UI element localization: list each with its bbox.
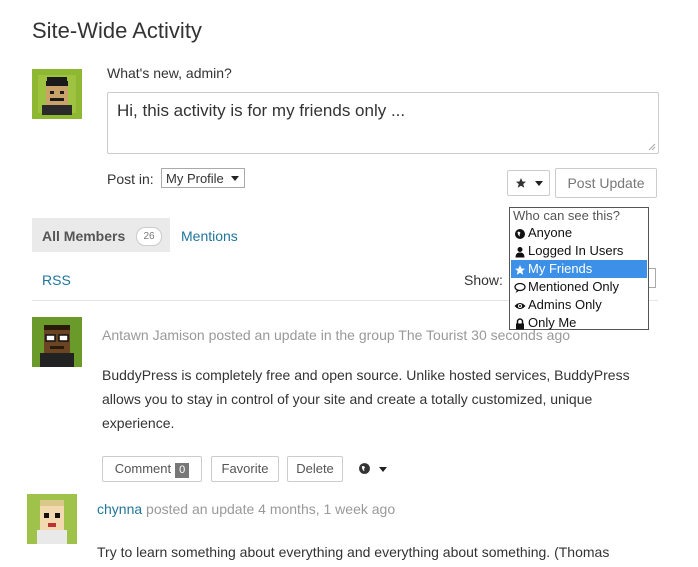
member-count-badge: 26 xyxy=(136,227,162,246)
avatar[interactable] xyxy=(32,69,82,119)
comment-count-badge: 0 xyxy=(175,463,190,478)
whats-new-textarea[interactable]: Hi, this activity is for my friends only… xyxy=(107,92,659,154)
privacy-option-mentioned[interactable]: Mentioned Only xyxy=(511,278,647,296)
author-link[interactable]: chynna xyxy=(97,501,142,517)
comment-label: Comment xyxy=(114,461,172,476)
avatar[interactable] xyxy=(27,494,77,544)
activity-content: BuddyPress is completely free and open s… xyxy=(102,367,630,431)
activity-header-text: posted an update 4 months, 1 week ago xyxy=(142,501,396,517)
show-filter-label: Show: xyxy=(464,272,503,288)
globe-icon xyxy=(359,463,370,474)
post-update-button[interactable]: Post Update xyxy=(555,168,657,198)
privacy-option-anyone[interactable]: Anyone xyxy=(511,224,647,242)
privacy-option-label: Mentioned Only xyxy=(528,279,620,294)
privacy-option-label: My Friends xyxy=(528,261,593,276)
tab-mentions[interactable]: Mentions xyxy=(181,228,238,244)
eye-icon xyxy=(514,302,526,309)
chevron-down-icon xyxy=(379,467,387,472)
rss-link[interactable]: RSS xyxy=(42,272,71,288)
activity-header: Antawn Jamison posted an update in the g… xyxy=(102,327,571,343)
page-title: Site-Wide Activity xyxy=(32,18,202,43)
activity-content: Try to learn something about everything … xyxy=(97,544,610,560)
whats-new-label: What's new, admin? xyxy=(107,65,232,81)
resize-grip-icon[interactable] xyxy=(648,143,656,151)
star-icon xyxy=(516,178,526,188)
avatar[interactable] xyxy=(32,317,82,367)
lock-icon xyxy=(516,317,524,330)
chevron-down-icon xyxy=(535,181,543,186)
comment-button[interactable]: Comment 0 xyxy=(102,456,202,482)
user-avatar-icon xyxy=(27,494,77,544)
activity-header: chynna posted an update 4 months, 1 week… xyxy=(97,501,395,517)
favorite-button[interactable]: Favorite xyxy=(211,456,279,482)
activity-privacy-toggle[interactable] xyxy=(358,460,392,478)
post-in-select[interactable]: My Profile xyxy=(161,168,245,188)
privacy-option-label: Admins Only xyxy=(528,297,602,312)
whats-new-text: Hi, this activity is for my friends only… xyxy=(117,101,406,120)
user-avatar-icon xyxy=(32,317,82,367)
privacy-option-only-me[interactable]: Only Me xyxy=(511,314,647,332)
privacy-option-label: Logged In Users xyxy=(528,243,624,258)
privacy-option-friends[interactable]: My Friends xyxy=(511,260,647,278)
privacy-option-admins[interactable]: Admins Only xyxy=(511,296,647,314)
privacy-option-label: Anyone xyxy=(528,225,573,240)
user-icon xyxy=(515,246,525,258)
tab-all-members[interactable]: All Members 26 xyxy=(32,218,170,252)
post-in-value: My Profile xyxy=(166,171,224,186)
privacy-option-logged-in[interactable]: Logged In Users xyxy=(511,242,647,260)
privacy-toggle-button[interactable] xyxy=(507,170,550,196)
user-avatar-icon xyxy=(32,69,82,119)
globe-icon xyxy=(515,228,525,239)
privacy-option-label: Only Me xyxy=(528,315,577,330)
delete-button[interactable]: Delete xyxy=(287,456,343,482)
tab-all-members-label: All Members xyxy=(42,228,126,244)
privacy-dropdown-header: Who can see this? xyxy=(513,208,620,223)
post-in-label: Post in: xyxy=(107,171,154,187)
star-icon xyxy=(515,264,525,275)
chevron-down-icon xyxy=(231,176,239,181)
privacy-dropdown[interactable]: Who can see this? Anyone Logged In Users… xyxy=(509,207,649,330)
speech-bubble-icon xyxy=(514,282,526,293)
